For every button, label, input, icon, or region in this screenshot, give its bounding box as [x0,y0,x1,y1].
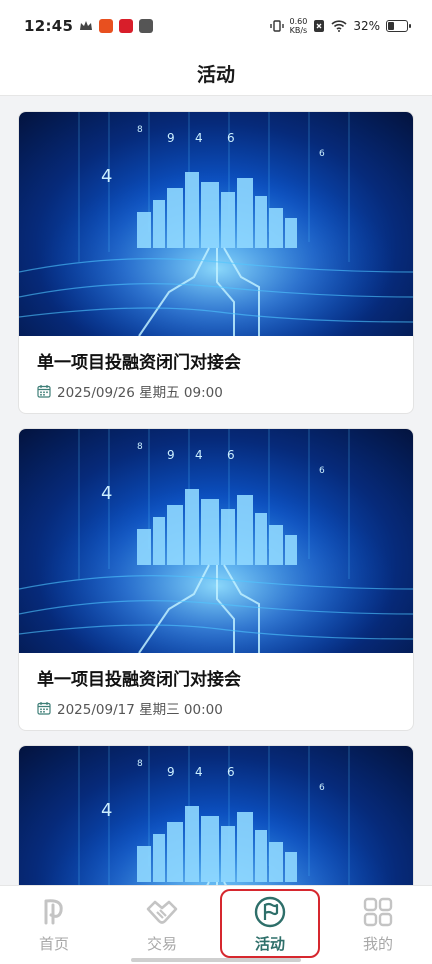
event-card-body: 单一项目投融资闭门对接会 2025/09/17 星期三 00:00 [19,653,413,730]
grid-icon [363,897,393,927]
page-title: 活动 [196,64,235,86]
event-datetime: 2025/09/26 星期五 09:00 [57,385,223,401]
status-bar: 12:45 0.60 KB/s 32% [0,0,432,52]
status-time: 12:45 [24,17,74,35]
crown-icon [80,21,93,30]
banner-digit: 6 [319,149,325,159]
event-meta: 2025/09/26 星期五 09:00 [37,381,395,401]
banner-digit: 8 [137,759,143,769]
event-title: 单一项目投融资闭门对接会 [37,353,241,373]
banner-digit: 8 [137,442,143,452]
tab-trade-label: 交易 [146,935,177,953]
banner-digit: 4 [195,448,203,462]
banner-digit: 4 [101,483,112,504]
banner-digit: 4 [195,765,203,779]
event-card-body: 单一项目投融资闭门对接会 2025/09/26 星期五 09:00 [19,336,413,413]
event-card[interactable]: 4 9 4 6 8 6 [18,745,414,885]
network-speed: 0.60 KB/s [290,17,308,35]
banner-digit: 8 [137,125,143,135]
tab-activity-label: 活动 [254,935,285,953]
bottom-tab-bar: 首页 交易 活动 我的 [0,885,432,964]
wifi-icon [331,20,347,32]
status-right: 0.60 KB/s 32% [269,17,411,35]
vibrate-icon [269,20,284,32]
event-datetime: 2025/09/17 星期三 00:00 [57,702,223,718]
app-notif-icon [119,19,134,33]
calendar-icon [37,385,51,398]
banner-digit: 4 [101,166,112,187]
flag-icon [254,896,286,928]
city-circuit-art: 4 9 4 6 8 6 [19,746,413,885]
speed-unit: KB/s [289,26,308,35]
city-circuit-art: 4 9 4 6 8 6 [19,429,413,653]
event-list[interactable]: 4 9 4 6 8 6 单一项目投融资闭门对接会 2025/09/26 星期五 … [0,97,432,885]
banner-digit: 6 [319,783,325,793]
event-card[interactable]: 4 9 4 6 8 6 单一项目投融资闭门对接会 2025/09/17 星期三 … [18,428,414,731]
event-banner-image: 4 9 4 6 8 6 [19,112,413,336]
app-notif-icon [139,19,154,33]
tab-home-label: 首页 [38,935,69,953]
tab-trade[interactable]: 交易 [108,886,216,964]
banner-digit: 4 [101,800,112,821]
banner-digit: 9 [167,765,175,779]
banner-digit: 9 [167,131,175,145]
home-logo-icon [44,899,63,925]
home-indicator[interactable] [131,958,301,962]
app-header: 活动 [0,52,432,96]
calendar-icon [37,702,51,715]
event-banner-image: 4 9 4 6 8 6 [19,746,413,885]
banner-digit: 6 [227,131,235,145]
city-circuit-art: 4 9 4 6 8 6 [19,112,413,336]
sim-icon [314,20,325,32]
speed-value: 0.60 [289,17,308,26]
app-notif-icon [99,19,114,33]
event-card[interactable]: 4 9 4 6 8 6 单一项目投融资闭门对接会 2025/09/26 星期五 … [18,111,414,414]
tab-home[interactable]: 首页 [0,886,108,964]
battery-percent: 32% [353,19,380,33]
event-banner-image: 4 9 4 6 8 6 [19,429,413,653]
banner-digit: 6 [227,448,235,462]
tab-mine[interactable]: 我的 [324,886,432,964]
banner-digit: 4 [195,131,203,145]
event-meta: 2025/09/17 星期三 00:00 [37,698,395,718]
event-title: 单一项目投融资闭门对接会 [37,670,241,690]
handshake-icon [146,900,178,924]
tab-activity[interactable]: 活动 [216,886,324,964]
battery-icon [386,20,411,32]
banner-digit: 9 [167,448,175,462]
banner-digit: 6 [227,765,235,779]
tab-mine-label: 我的 [362,935,393,953]
status-left: 12:45 [24,17,154,35]
banner-digit: 6 [319,466,325,476]
